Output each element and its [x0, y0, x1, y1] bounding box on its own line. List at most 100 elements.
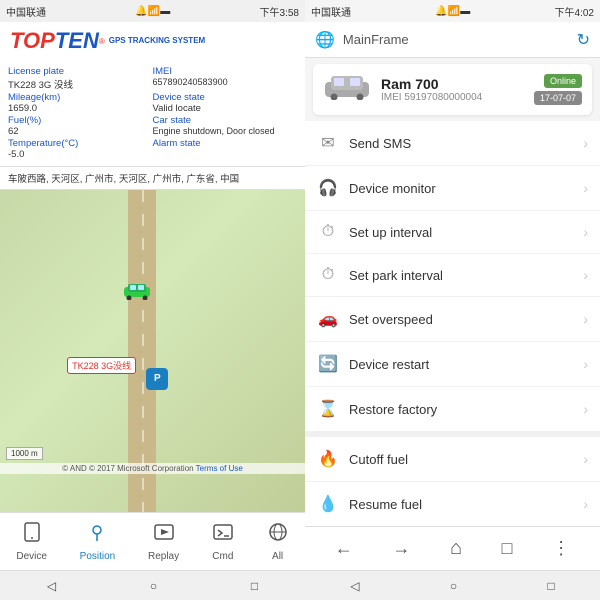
scale-bar: 1000 m: [6, 447, 43, 460]
sys-nav-right: ◁ ○ □: [305, 570, 600, 600]
menu-section-main: ✉ Send SMS › 🎧 Device monitor › ⏱ Set up…: [305, 121, 600, 431]
car-icon-map: [122, 280, 150, 298]
status-icons-right: 🔔📶▬: [435, 6, 470, 17]
vehicle-imei: IMEI 59197080000004: [381, 92, 524, 103]
refresh-icon[interactable]: ↻: [577, 30, 590, 50]
menu-item-set-interval[interactable]: ⏱ Set up interval ›: [305, 211, 600, 254]
tab-btn-right[interactable]: □: [494, 534, 521, 563]
home-btn-left[interactable]: ○: [138, 575, 169, 597]
logo-sub: GPS TRACKING SYSTEM: [109, 37, 205, 46]
status-bar-left: 中国联通 🔔📶▬ 下午3:58: [0, 0, 305, 22]
logo-top: TOP: [10, 28, 55, 54]
temperature-row: Temperature(°C) -5.0: [8, 138, 153, 160]
cmd-icon: [212, 521, 234, 549]
position-icon: [86, 521, 108, 549]
chevron-icon-4: ›: [583, 267, 588, 283]
bottom-nav-left: Device Position Replay Cmd All: [0, 512, 305, 570]
recent-btn-sys-right[interactable]: □: [536, 575, 567, 597]
chevron-icon-3: ›: [583, 224, 588, 240]
chevron-icon-7: ›: [583, 401, 588, 417]
device-monitor-icon: 🎧: [317, 178, 339, 198]
back-btn-left[interactable]: ◁: [35, 575, 68, 597]
chevron-icon-9: ›: [583, 496, 588, 512]
car-svg: [122, 280, 152, 300]
chevron-icon: ›: [583, 135, 588, 151]
menu-item-send-sms[interactable]: ✉ Send SMS ›: [305, 121, 600, 166]
set-park-icon: ⏱: [317, 266, 339, 284]
right-panel: 中国联通 🔔📶▬ 下午4:02 🌐 MainFrame ↻ Ram 700 IM…: [305, 0, 600, 600]
status-bar-right: 中国联通 🔔📶▬ 下午4:02: [305, 0, 600, 22]
car-label: TK228 3G没线: [67, 357, 136, 374]
info-panel: License plate TK228 3G 没线 IMEI 657890240…: [0, 60, 305, 167]
menu-item-label: Send SMS: [349, 136, 573, 151]
license-plate-row: License plate TK228 3G 没线: [8, 66, 153, 91]
nav-cmd[interactable]: Cmd: [204, 517, 242, 566]
menu-item-set-park[interactable]: ⏱ Set park interval ›: [305, 254, 600, 297]
logo-ten: TEN: [55, 28, 99, 54]
map-area[interactable]: 2017-07-07 14:33:18 Drop>1Hr 5 Second la…: [0, 190, 305, 512]
menu-item-device-monitor[interactable]: 🎧 Device monitor ›: [305, 166, 600, 211]
topbar-label: MainFrame: [343, 32, 569, 47]
carrier-left: 中国联通: [6, 4, 46, 19]
nav-replay[interactable]: Replay: [140, 517, 187, 566]
badge-date: 17-07-07: [534, 91, 582, 105]
home-btn-right[interactable]: ⌂: [442, 533, 470, 564]
chevron-icon-5: ›: [583, 311, 588, 327]
badge-online: Online: [544, 74, 582, 88]
send-sms-icon: ✉: [317, 133, 339, 153]
imei-row: IMEI 657890240583900: [153, 66, 298, 91]
left-panel: 中国联通 🔔📶▬ 下午3:58 TOPTEN® GPS TRACKING SYS…: [0, 0, 305, 600]
more-btn-right[interactable]: ⋮: [544, 534, 578, 563]
address-bar: 车陂西路, 天河区, 广州市, 天河区, 广州市, 广东省, 中国: [0, 167, 305, 190]
time-left: 下午3:58: [260, 4, 299, 19]
nav-position[interactable]: Position: [72, 517, 124, 566]
alarm-state-row: Alarm state: [153, 138, 298, 160]
chevron-icon-8: ›: [583, 451, 588, 467]
all-icon: [267, 521, 289, 549]
sys-nav-left: ◁ ○ □: [0, 570, 305, 600]
menu-item-restore-factory[interactable]: ⌛ Restore factory ›: [305, 387, 600, 431]
forward-btn-right[interactable]: →: [384, 534, 418, 563]
time-right: 下午4:02: [555, 4, 594, 19]
logo-reg: ®: [99, 37, 105, 46]
vehicle-info: Ram 700 IMEI 59197080000004: [381, 76, 524, 103]
device-icon: [21, 521, 43, 549]
recent-btn-left[interactable]: □: [239, 575, 270, 597]
logo-area: TOPTEN® GPS TRACKING SYSTEM: [0, 22, 305, 60]
globe-icon: 🌐: [315, 30, 335, 50]
back-btn-right[interactable]: ←: [327, 534, 361, 563]
replay-icon: [153, 521, 175, 549]
vehicle-badges: Online 17-07-07: [534, 74, 582, 105]
status-icons-left: 🔔📶▬: [135, 6, 170, 17]
menu-list: ✉ Send SMS › 🎧 Device monitor › ⏱ Set up…: [305, 121, 600, 526]
device-restart-icon: 🔄: [317, 354, 339, 374]
menu-item-cutoff-fuel[interactable]: 🔥 Cutoff fuel ›: [305, 437, 600, 482]
menu-item-resume-fuel[interactable]: 💧 Resume fuel ›: [305, 482, 600, 526]
chevron-icon-6: ›: [583, 356, 588, 372]
menu-item-device-restart[interactable]: 🔄 Device restart ›: [305, 342, 600, 387]
menu-section-fuel: 🔥 Cutoff fuel › 💧 Resume fuel ›: [305, 437, 600, 526]
vehicle-card: Ram 700 IMEI 59197080000004 Online 17-07…: [313, 64, 592, 115]
vehicle-name: Ram 700: [381, 76, 524, 92]
map-marker: P: [146, 368, 168, 390]
cutoff-fuel-icon: 🔥: [317, 449, 339, 469]
menu-item-set-overspeed[interactable]: 🚗 Set overspeed ›: [305, 297, 600, 342]
fuel-row: Fuel(%) 62: [8, 115, 153, 137]
restore-factory-icon: ⌛: [317, 399, 339, 419]
right-bottom-nav: ← → ⌂ □ ⋮: [305, 526, 600, 570]
set-interval-icon: ⏱: [317, 223, 339, 241]
resume-fuel-icon: 💧: [317, 494, 339, 514]
device-state-row: Device state Valid locate: [153, 92, 298, 114]
home-btn-sys-right[interactable]: ○: [438, 575, 469, 597]
mileage-row: Mileage(km) 1659.0: [8, 92, 153, 114]
car-silhouette-icon: [323, 72, 371, 107]
nav-all[interactable]: All: [259, 517, 297, 566]
set-overspeed-icon: 🚗: [317, 309, 339, 329]
carrier-right: 中国联通: [311, 4, 351, 19]
map-copyright: © AND © 2017 Microsoft Corporation Terms…: [0, 463, 305, 474]
nav-device[interactable]: Device: [8, 517, 55, 566]
back-btn-sys-right[interactable]: ◁: [338, 575, 371, 597]
car-state-row: Car state Engine shutdown, Door closed: [153, 115, 298, 137]
chevron-icon-2: ›: [583, 180, 588, 196]
right-topbar: 🌐 MainFrame ↻: [305, 22, 600, 58]
